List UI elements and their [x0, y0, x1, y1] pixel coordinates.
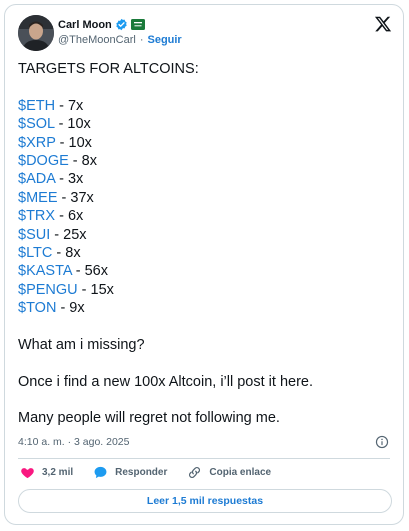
- x-logo-icon[interactable]: [374, 15, 392, 33]
- tweet-heading: TARGETS FOR ALTCOINS:: [18, 61, 199, 77]
- tweet-line-post: Once i find a new 100x Altcoin, i’ll pos…: [18, 373, 313, 390]
- target-line: $TON - 9x: [18, 299, 393, 317]
- target-line: $PENGU - 15x: [18, 281, 393, 299]
- divider: [18, 458, 390, 459]
- target-value: - 56x: [71, 263, 108, 280]
- like-count: 3,2 mil: [42, 467, 74, 478]
- target-line: $KASTA - 56x: [18, 262, 393, 280]
- cashtag-link[interactable]: $LTC: [18, 245, 52, 261]
- target-value: - 6x: [55, 208, 84, 225]
- target-value: - 3x: [55, 171, 84, 188]
- avatar[interactable]: [18, 15, 54, 51]
- cashtag-link[interactable]: $KASTA: [18, 263, 72, 279]
- saudi-flag-icon: [130, 19, 145, 30]
- target-line: $DOGE - 8x: [18, 152, 393, 170]
- info-icon[interactable]: [375, 435, 389, 449]
- cashtag-link[interactable]: $ADA: [18, 171, 55, 187]
- handle-row: @TheMoonCarl · Seguir: [58, 34, 182, 46]
- author-handle[interactable]: @TheMoonCarl: [58, 34, 136, 46]
- author-name-row: Carl Moon: [58, 18, 145, 31]
- action-bar: 3,2 mil Responder Copia enlace: [20, 465, 291, 480]
- speech-bubble-icon: [94, 466, 107, 479]
- verified-badge-icon: [116, 18, 127, 31]
- target-line: $MEE - 37x: [18, 189, 393, 207]
- read-replies-label: Leer 1,5 mil respuestas: [146, 495, 264, 507]
- tweet-line-regret: Many people will regret not following me…: [18, 410, 280, 427]
- tweet-question: What am i missing?: [18, 336, 145, 353]
- copy-link-label: Copia enlace: [209, 467, 272, 478]
- like-button[interactable]: 3,2 mil: [20, 465, 73, 480]
- tweet-text: TARGETS FOR ALTCOINS: $ETH - 7x $SOL - 1…: [18, 60, 393, 428]
- cashtag-link[interactable]: $XRP: [18, 135, 56, 151]
- cashtag-link[interactable]: $TON: [18, 300, 56, 316]
- reply-button[interactable]: Responder: [93, 465, 167, 480]
- copy-link-button[interactable]: Copia enlace: [187, 465, 271, 480]
- target-line: $SOL - 10x: [18, 115, 393, 133]
- target-value: - 10x: [55, 134, 92, 151]
- cashtag-link[interactable]: $SOL: [18, 116, 55, 132]
- target-value: - 15x: [77, 281, 114, 298]
- target-line: $SUI - 25x: [18, 226, 393, 244]
- target-value: - 37x: [57, 189, 94, 206]
- tweet-card[interactable]: Carl Moon @TheMoonCarl · Seguir TARGETS …: [4, 4, 404, 525]
- cashtag-link[interactable]: $ETH: [18, 98, 55, 114]
- target-value: - 10x: [54, 116, 91, 133]
- target-value: - 9x: [56, 300, 85, 317]
- target-line: $TRX - 6x: [18, 207, 393, 225]
- target-value: - 8x: [68, 152, 97, 169]
- target-line: $XRP - 10x: [18, 134, 393, 152]
- cashtag-link[interactable]: $TRX: [18, 208, 55, 224]
- target-value: - 8x: [52, 244, 81, 261]
- cashtag-link[interactable]: $SUI: [18, 227, 50, 243]
- cashtag-link[interactable]: $MEE: [18, 190, 58, 206]
- link-icon: [189, 467, 201, 478]
- target-line: $ADA - 3x: [18, 170, 393, 188]
- separator-dot: ·: [139, 34, 144, 46]
- author-name[interactable]: Carl Moon: [58, 19, 112, 31]
- read-replies-button[interactable]: Leer 1,5 mil respuestas: [18, 489, 392, 513]
- reply-label: Responder: [115, 467, 168, 478]
- cashtag-link[interactable]: $DOGE: [18, 153, 69, 169]
- cashtag-link[interactable]: $PENGU: [18, 282, 78, 298]
- tweet-timestamp[interactable]: 4:10 a. m. · 3 ago. 2025: [18, 436, 130, 448]
- target-value: - 25x: [50, 226, 87, 243]
- heart-icon: [21, 468, 34, 479]
- avatar-photo: [18, 15, 54, 51]
- target-value: - 7x: [55, 97, 84, 114]
- target-line: $ETH - 7x: [18, 97, 393, 115]
- follow-button[interactable]: Seguir: [147, 34, 181, 46]
- target-line: $LTC - 8x: [18, 244, 393, 262]
